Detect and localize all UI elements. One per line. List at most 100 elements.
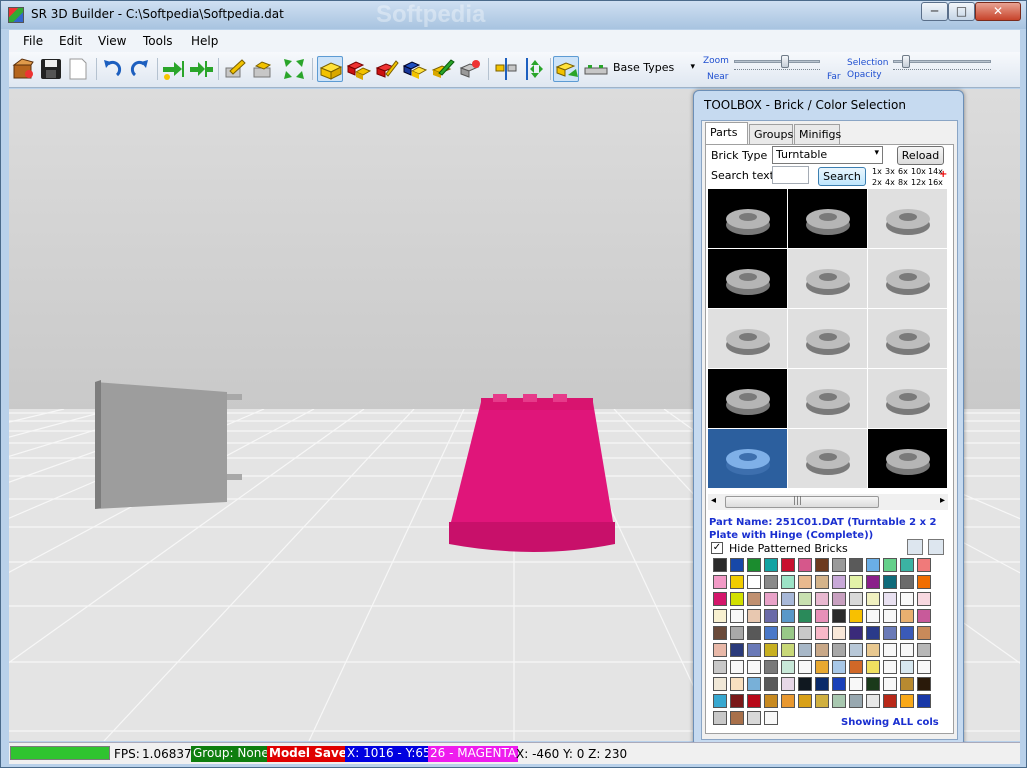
color-swatch[interactable]: [747, 711, 761, 725]
color-swatch[interactable]: [713, 575, 727, 589]
color-swatch[interactable]: [730, 711, 744, 725]
color-swatch[interactable]: [764, 643, 778, 657]
magenta-cone-brick[interactable]: [445, 394, 625, 564]
color-swatch[interactable]: [849, 592, 863, 606]
color-swatch[interactable]: [764, 660, 778, 674]
color-swatch[interactable]: [798, 592, 812, 606]
color-swatch[interactable]: [849, 694, 863, 708]
color-swatch[interactable]: [832, 643, 846, 657]
color-swatch[interactable]: [730, 558, 744, 572]
menu-view[interactable]: View: [98, 34, 126, 48]
part-thumbnail[interactable]: [788, 369, 867, 428]
color-swatch[interactable]: [900, 643, 914, 657]
multiplier-1x[interactable]: 1x: [872, 167, 882, 176]
color-swatch[interactable]: [781, 592, 795, 606]
color-swatch[interactable]: [883, 626, 897, 640]
color-swatch[interactable]: [781, 660, 795, 674]
minimize-button[interactable]: ─: [921, 2, 948, 21]
color-swatch[interactable]: [815, 609, 829, 623]
color-swatch[interactable]: [917, 677, 931, 691]
scroll-right-icon[interactable]: ▸: [940, 495, 945, 506]
insert-brick-button[interactable]: [160, 56, 186, 82]
grey-red-brick-button[interactable]: [458, 56, 484, 82]
color-swatch[interactable]: [815, 575, 829, 589]
save-button[interactable]: [38, 56, 64, 82]
scroll-left-icon[interactable]: ◂: [711, 495, 716, 506]
color-swatch[interactable]: [917, 626, 931, 640]
color-swatch[interactable]: [730, 643, 744, 657]
color-swatch[interactable]: [900, 575, 914, 589]
color-swatch[interactable]: [764, 575, 778, 589]
color-swatch[interactable]: [866, 643, 880, 657]
brick-tool-1-button[interactable]: [222, 56, 248, 82]
color-swatch[interactable]: [781, 643, 795, 657]
color-swatch[interactable]: [815, 558, 829, 572]
color-swatch[interactable]: [781, 626, 795, 640]
color-swatch[interactable]: [764, 558, 778, 572]
color-swatch[interactable]: [866, 609, 880, 623]
color-swatch[interactable]: [917, 694, 931, 708]
color-swatch[interactable]: [730, 609, 744, 623]
color-swatch[interactable]: [900, 677, 914, 691]
color-swatch[interactable]: [747, 592, 761, 606]
tab-parts[interactable]: Parts: [705, 122, 748, 145]
color-swatch[interactable]: [713, 677, 727, 691]
color-swatch[interactable]: [815, 626, 829, 640]
color-swatch[interactable]: [730, 694, 744, 708]
color-swatch[interactable]: [866, 694, 880, 708]
undo-button[interactable]: [99, 56, 125, 82]
color-swatch[interactable]: [866, 575, 880, 589]
part-thumbnail[interactable]: [788, 429, 867, 488]
blue-yellow-brick-button[interactable]: [402, 56, 428, 82]
green-pencil-brick-button[interactable]: [430, 56, 456, 82]
part-thumbnail[interactable]: [868, 309, 947, 368]
brick-type-select[interactable]: Turntable ▾: [772, 146, 883, 164]
plus-icon[interactable]: +: [939, 169, 947, 180]
connect-brick-button[interactable]: [188, 56, 214, 82]
part-thumbnail[interactable]: [708, 249, 787, 308]
multiplier-2x[interactable]: 2x: [872, 178, 882, 187]
rotate-brick-button[interactable]: [553, 56, 579, 82]
multiplier-10x[interactable]: 10x: [911, 167, 926, 176]
tab-groups[interactable]: Groups: [749, 124, 793, 144]
plate-tool-button[interactable]: [583, 56, 609, 82]
opacity-slider-thumb[interactable]: [902, 55, 910, 68]
close-button[interactable]: ✕: [975, 2, 1021, 21]
part-thumbnail[interactable]: [868, 429, 947, 488]
color-swatch[interactable]: [798, 660, 812, 674]
color-swatch[interactable]: [900, 609, 914, 623]
color-swatch[interactable]: [747, 575, 761, 589]
search-button[interactable]: Search: [818, 167, 866, 186]
menu-edit[interactable]: Edit: [59, 34, 82, 48]
color-swatch[interactable]: [883, 609, 897, 623]
move-brick-button[interactable]: [521, 56, 547, 82]
color-swatch[interactable]: [730, 575, 744, 589]
color-swatch[interactable]: [764, 626, 778, 640]
color-swatch[interactable]: [764, 694, 778, 708]
part-thumbnail[interactable]: [868, 249, 947, 308]
reload-button[interactable]: Reload: [897, 146, 944, 165]
color-swatch[interactable]: [747, 677, 761, 691]
menu-file[interactable]: File: [23, 34, 43, 48]
color-swatch[interactable]: [917, 643, 931, 657]
red-yellow-brick-button[interactable]: [346, 56, 372, 82]
color-swatch[interactable]: [866, 626, 880, 640]
color-swatch[interactable]: [747, 694, 761, 708]
color-swatch[interactable]: [832, 558, 846, 572]
color-swatch[interactable]: [713, 592, 727, 606]
color-swatch[interactable]: [883, 694, 897, 708]
color-swatch[interactable]: [713, 609, 727, 623]
base-types-dropdown[interactable]: Base Types ▾: [613, 61, 697, 79]
color-swatch[interactable]: [832, 592, 846, 606]
part-thumbnail[interactable]: [708, 429, 787, 488]
color-swatch[interactable]: [747, 626, 761, 640]
color-swatch[interactable]: [917, 558, 931, 572]
scrollbar-thumb[interactable]: |||: [725, 496, 879, 508]
color-swatch[interactable]: [713, 643, 727, 657]
color-swatch[interactable]: [713, 694, 727, 708]
parts-horizontal-scrollbar[interactable]: ◂ ||| ▸: [708, 494, 948, 510]
search-input[interactable]: [772, 166, 809, 184]
color-swatch[interactable]: [815, 677, 829, 691]
color-swatch[interactable]: [798, 677, 812, 691]
part-thumbnail[interactable]: [868, 189, 947, 248]
